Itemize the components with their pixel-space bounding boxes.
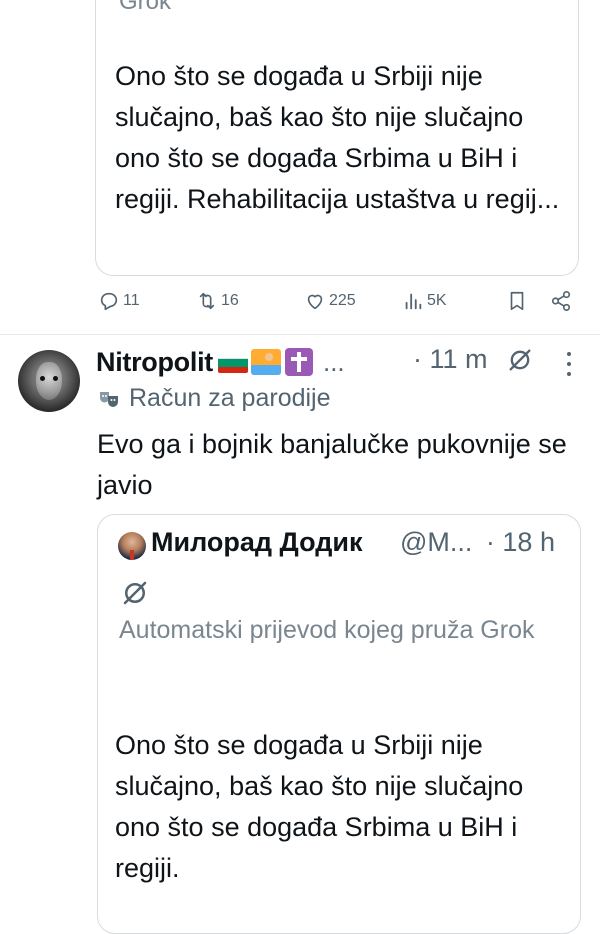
repost-icon	[199, 292, 215, 310]
quoted-handle: @M...	[400, 527, 473, 557]
reply-count: 11	[123, 292, 140, 309]
quoted-avatar	[118, 532, 146, 560]
like-count: 225	[329, 292, 356, 309]
bookmark-icon	[510, 291, 524, 311]
alpaca-face	[36, 362, 62, 400]
translation-note: Automatski prijevod kojeg pruža Grok	[119, 616, 535, 644]
tweet-divider	[0, 334, 600, 335]
quoted-display-name: Милорад Додик	[151, 527, 363, 557]
heart-icon	[307, 294, 323, 310]
quoted-tweet-text-top: Ono što se događa u Srbiji nije slučajno…	[115, 61, 560, 214]
bulgaria-flag-icon	[217, 351, 248, 373]
translation-note-tail: Grok	[119, 0, 172, 15]
quoted-tweet-text: Ono što se događa u Srbiji nije slučajno…	[115, 730, 524, 883]
more-options-icon[interactable]	[566, 352, 572, 376]
eye	[40, 376, 45, 381]
eye	[53, 376, 58, 381]
latin-cross-icon	[284, 348, 313, 376]
swimmer-icon	[250, 349, 281, 375]
quoted-handle-time: @M... · 18 h	[400, 527, 555, 558]
quoted-time: · 18 h	[485, 527, 555, 557]
view-count: 5K	[427, 292, 447, 309]
grok-icon[interactable]	[506, 346, 534, 374]
views-button[interactable]: 5K	[402, 290, 447, 312]
reply-icon	[100, 292, 118, 311]
grok-icon	[123, 581, 147, 605]
display-name[interactable]: Nitropolit	[96, 347, 213, 378]
like-button[interactable]: 225	[304, 290, 356, 312]
parody-label: Račun za parodije	[99, 384, 331, 413]
share-button[interactable]	[550, 290, 572, 312]
parody-label-text: Račun za parodije	[129, 384, 331, 412]
tweet-time[interactable]: · 11 m	[413, 344, 488, 375]
avatar[interactable]	[18, 350, 80, 412]
tweet-action-bar: 11 16 225 5K	[0, 290, 600, 320]
bookmark-button[interactable]	[506, 290, 528, 312]
name-ellipsis: ...	[322, 346, 345, 377]
theater-masks-icon	[100, 391, 118, 407]
tweet-header: Nitropolit ...	[96, 342, 345, 382]
repost-button[interactable]: 16	[196, 290, 239, 312]
views-chart-icon	[405, 293, 422, 310]
tweet-text: Evo ga i bojnik banjalučke pukovnije se …	[97, 429, 567, 500]
reply-button[interactable]: 11	[98, 290, 140, 312]
share-icon	[551, 291, 571, 311]
repost-count: 16	[221, 292, 239, 309]
